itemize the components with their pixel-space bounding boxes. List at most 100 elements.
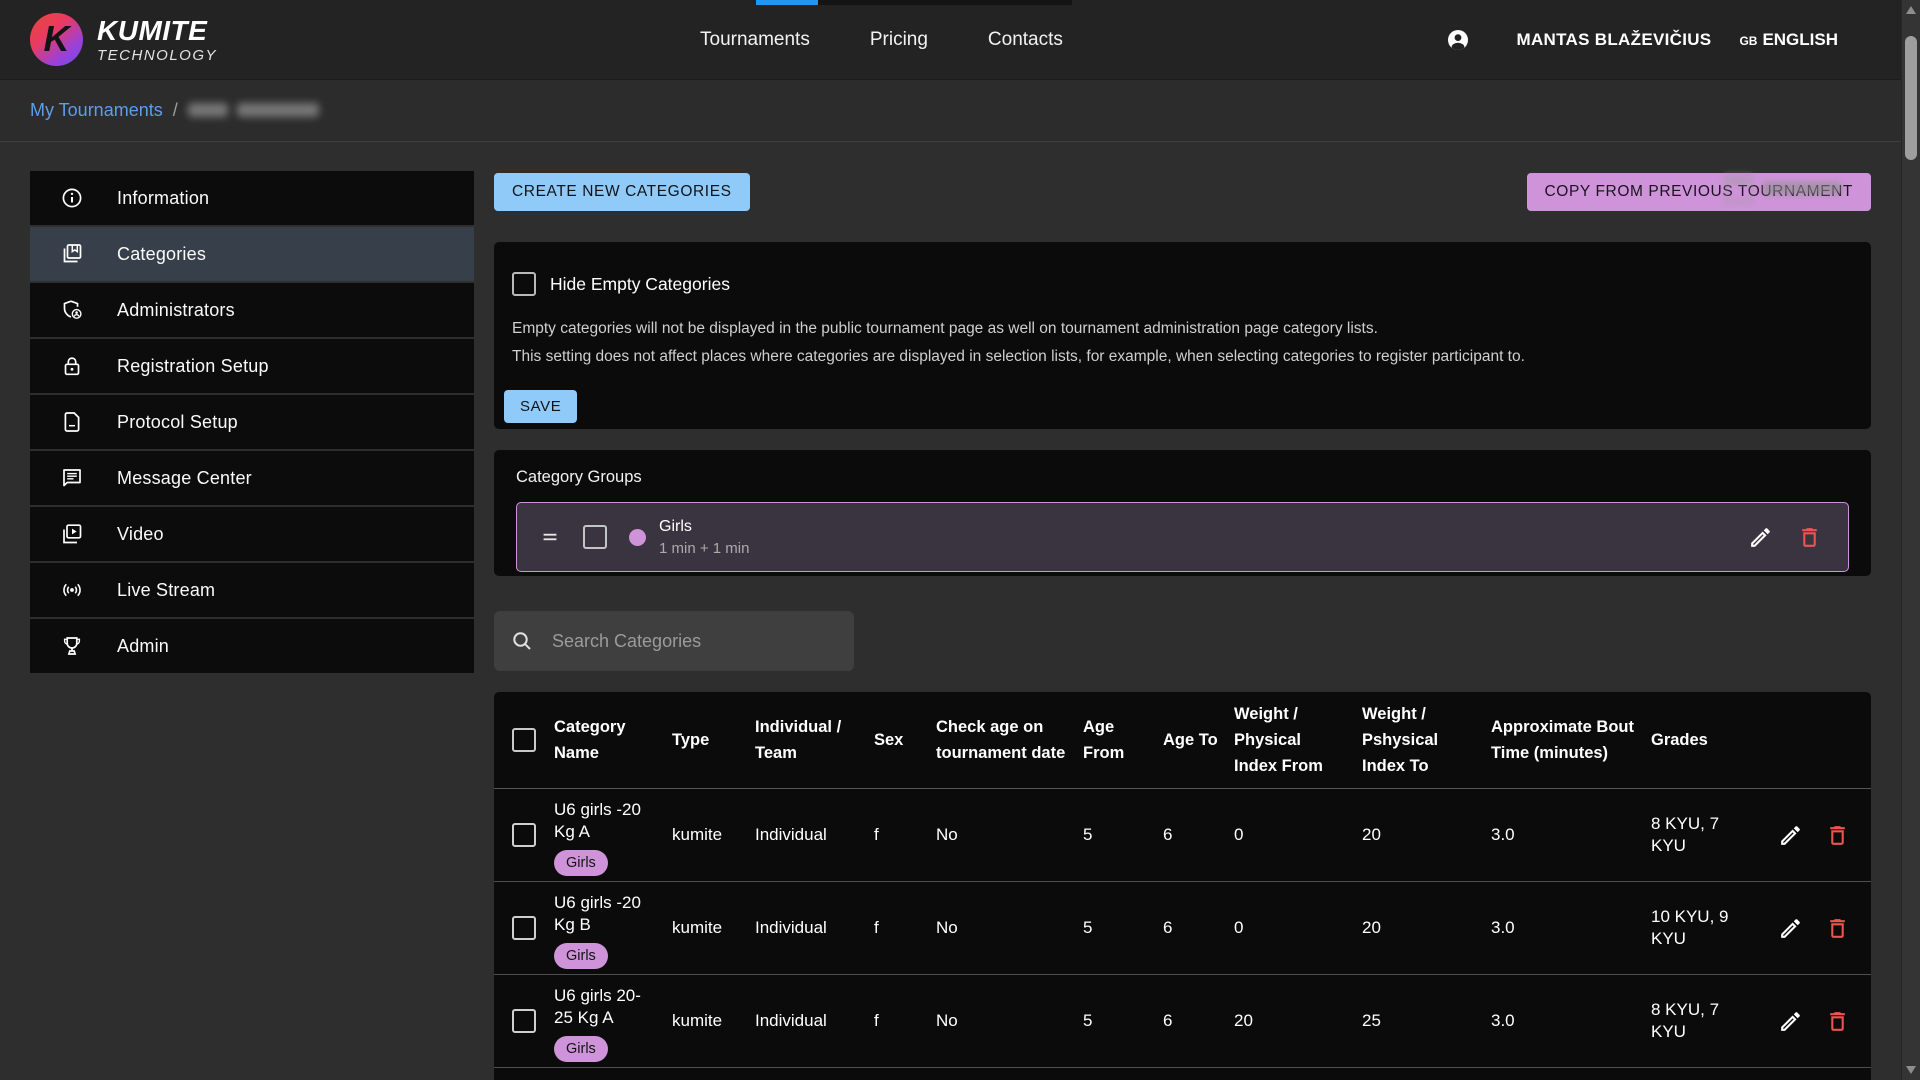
group-checkbox[interactable] [583, 525, 607, 549]
categories-table-body: U6 girls -20 Kg AGirlskumiteIndividualfN… [494, 789, 1871, 1080]
hide-empty-description: Empty categories will not be displayed i… [512, 318, 1853, 368]
column-header: Individual / Team [755, 692, 874, 788]
cell-weight_to: 20 [1362, 789, 1491, 881]
calendar-icon [1725, 174, 1752, 203]
cell-type: kumite [672, 975, 755, 1067]
user-avatar-icon [1446, 28, 1470, 52]
brand-logo[interactable]: K KUMITE TECHNOLOGY [30, 13, 217, 66]
row-checkbox[interactable] [512, 916, 536, 940]
cell-individual_team: Individual [755, 789, 874, 881]
delete-category-button[interactable] [1825, 916, 1850, 941]
save-button[interactable]: SAVE [504, 390, 577, 423]
scrollbar[interactable] [1901, 0, 1920, 1080]
nav-pricing[interactable]: Pricing [870, 29, 928, 51]
categories-icon [60, 242, 84, 266]
table-row: U6 girls -20 Kg A Girls kumiteIndividualfN… [494, 789, 1871, 882]
language-selector[interactable]: GB ENGLISH [1739, 30, 1838, 50]
document-icon [60, 410, 84, 434]
row-checkbox[interactable] [512, 1009, 536, 1033]
sidebar-item-categories[interactable]: Categories [30, 227, 474, 281]
cell-bout_time: 3.0 [1491, 882, 1651, 974]
brand-tagline: TECHNOLOGY [97, 48, 217, 63]
table-header-row: Category NameTypeIndividual / TeamSexChe… [494, 692, 1871, 789]
video-library-icon [60, 522, 84, 546]
hide-empty-label: Hide Empty Categories [550, 274, 730, 295]
broadcast-icon [60, 578, 84, 602]
cell-age_from: 5 [1083, 789, 1163, 881]
column-header: Check age on tournament date [936, 692, 1083, 788]
group-bout-time: 1 min + 1 min [659, 541, 749, 556]
cell-sex: f [874, 882, 936, 974]
category-group-row: Girls 1 min + 1 min [516, 502, 1849, 572]
tournament-date-redacted [1725, 174, 1842, 203]
cell-check_age: No [936, 789, 1083, 881]
sidebar-item-protocol-setup[interactable]: Protocol Setup [30, 395, 474, 449]
trophy-icon [60, 634, 84, 658]
toolbar: CREATE NEW CATEGORIES COPY FROM PREVIOUS… [494, 173, 1871, 211]
sidebar-item-administrators[interactable]: Administrators [30, 283, 474, 337]
delete-category-button[interactable] [1825, 823, 1850, 848]
sidebar-item-video[interactable]: Video [30, 507, 474, 561]
breadcrumb-my-tournaments[interactable]: My Tournaments [30, 100, 163, 121]
cell-weight_to: 25 [1362, 975, 1491, 1067]
cell-type: kumite [672, 882, 755, 974]
main-content: CREATE NEW CATEGORIES COPY FROM PREVIOUS… [494, 141, 1871, 1080]
sidebar-item-registration-setup[interactable]: Registration Setup [30, 339, 474, 393]
search-input[interactable] [550, 630, 838, 653]
logo-monogram: K [44, 18, 70, 60]
breadcrumb-current-redacted [188, 103, 319, 117]
hide-empty-checkbox[interactable] [512, 272, 536, 296]
pencil-icon [1778, 823, 1803, 848]
cell-weight_to: 20 [1362, 882, 1491, 974]
delete-category-button[interactable] [1825, 1009, 1850, 1034]
cell-sex: f [874, 789, 936, 881]
sidebar-item-message-center[interactable]: Message Center [30, 451, 474, 505]
column-header: Weight / Physical Index From [1234, 692, 1362, 788]
trash-icon [1825, 1009, 1850, 1034]
row-checkbox[interactable] [512, 823, 536, 847]
cell-grades [1651, 1068, 1772, 1080]
cell-age_to: 6 [1163, 975, 1234, 1067]
nav-contacts[interactable]: Contacts [988, 29, 1063, 51]
edit-group-button[interactable] [1748, 525, 1773, 550]
cell-bout_time: 3.0 [1491, 975, 1651, 1067]
cell-age_to: 6 [1163, 789, 1234, 881]
cell-age_from [1083, 1068, 1163, 1080]
scroll-down-arrow[interactable] [1906, 1066, 1916, 1074]
cell-weight_from: 0 [1234, 789, 1362, 881]
cell-type: kumite [672, 789, 755, 881]
sidebar-item-live-stream[interactable]: Live Stream [30, 563, 474, 617]
sidebar-item-admin[interactable]: Admin [30, 619, 474, 673]
scroll-up-arrow[interactable] [1906, 6, 1916, 14]
column-header: Type [672, 692, 755, 788]
select-all-checkbox[interactable] [512, 728, 536, 752]
category-name: U6 girls -20 Kg A [554, 799, 658, 843]
cell-sex: f [874, 975, 936, 1067]
group-chip: Girls [554, 850, 608, 876]
scrollbar-thumb[interactable] [1905, 36, 1917, 160]
column-header: Sex [874, 692, 936, 788]
edit-category-button[interactable] [1778, 916, 1803, 941]
sidebar-item-information[interactable]: Information [30, 171, 474, 225]
sidebar: Information Categories Administrators [30, 171, 474, 675]
column-header: Category Name [554, 692, 672, 788]
cell-weight_from: 20 [1234, 975, 1362, 1067]
admin-shield-icon [60, 298, 84, 322]
drag-handle-icon[interactable] [539, 526, 561, 548]
user-menu[interactable]: MANTAS BLAŽEVIČIUS GB ENGLISH [1446, 0, 1838, 79]
delete-group-button[interactable] [1797, 525, 1822, 550]
cell-individual_team: Individual [755, 975, 874, 1067]
create-new-categories-button[interactable]: CREATE NEW CATEGORIES [494, 173, 750, 211]
main-nav: Tournaments Pricing Contacts [700, 0, 1063, 79]
cell-grades: 8 KYU, 7 KYU [1651, 789, 1772, 881]
table-row: U6 girls 20- [494, 1068, 1871, 1080]
edit-category-button[interactable] [1778, 823, 1803, 848]
cell-check_age [936, 1068, 1083, 1080]
cell-grades: 10 KYU, 9 KYU [1651, 882, 1772, 974]
nav-tournaments[interactable]: Tournaments [700, 29, 810, 51]
lock-icon [60, 354, 84, 378]
cell-age_to [1163, 1068, 1234, 1080]
column-header: Approximate Bout Time (minutes) [1491, 692, 1651, 788]
column-header: Age To [1163, 692, 1234, 788]
edit-category-button[interactable] [1778, 1009, 1803, 1034]
